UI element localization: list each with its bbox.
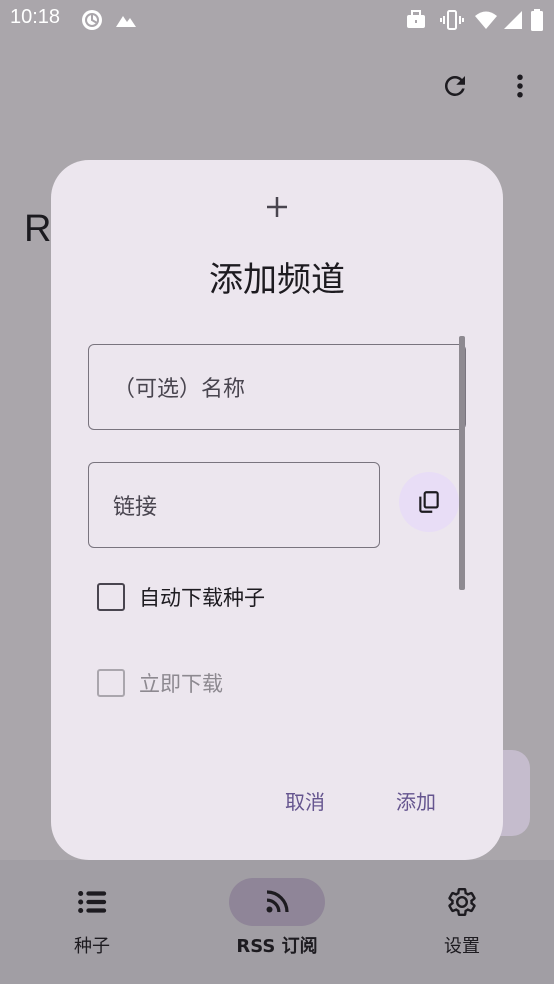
auto-download-label: 自动下载种子 [139, 586, 265, 610]
paste-button[interactable] [399, 472, 459, 532]
nav-pill-active [229, 878, 325, 926]
refresh-button[interactable] [435, 66, 475, 106]
status-bar: 10:18 [0, 0, 554, 40]
bottom-nav: 种子 RSS 订阅 设置 [0, 860, 554, 984]
download-now-checkbox[interactable]: 立即下载 [97, 668, 223, 698]
wifi-icon [474, 8, 498, 36]
nav-label: RSS 订阅 [236, 936, 318, 957]
scrollbar[interactable] [459, 336, 465, 590]
nav-pill [44, 878, 140, 926]
cell-signal-icon [502, 8, 524, 36]
feed-name-input[interactable]: （可选）名称 [88, 344, 466, 430]
app-notification-icon [80, 8, 104, 36]
nav-pill [414, 878, 510, 926]
list-icon [78, 890, 107, 914]
add-button[interactable]: 添加 [396, 786, 436, 815]
work-profile-icon [404, 8, 428, 36]
feed-link-input[interactable]: 链接 [88, 462, 380, 548]
page-heading-partial: R [24, 208, 52, 250]
content-copy-icon [419, 491, 439, 513]
vibrate-icon [440, 8, 464, 36]
auto-download-checkbox[interactable]: 自动下载种子 [97, 582, 265, 612]
nav-item-settings[interactable]: 设置 [392, 878, 532, 958]
add-icon [267, 197, 287, 217]
battery-icon [530, 8, 544, 36]
more-options-button[interactable] [500, 66, 540, 106]
download-now-label: 立即下载 [139, 672, 223, 696]
nav-label: 种子 [74, 936, 110, 957]
feed-name-placeholder: （可选）名称 [113, 377, 246, 402]
cancel-button[interactable]: 取消 [285, 786, 325, 815]
nav-item-torrents[interactable]: 种子 [22, 878, 162, 958]
rss-feed-icon [266, 890, 289, 913]
checkbox-box-disabled [97, 669, 125, 697]
add-feed-dialog: 添加频道 （可选）名称 链接 自动下载种子 立即下载 取消 添加 [51, 160, 503, 860]
feed-link-placeholder: 链接 [113, 495, 158, 520]
checkbox-box [97, 583, 125, 611]
dialog-title: 添加频道 [209, 260, 345, 300]
nav-item-rss[interactable]: RSS 订阅 [207, 878, 347, 958]
nav-label: 设置 [444, 936, 480, 957]
status-time: 10:18 [10, 6, 61, 28]
settings-gear-icon [448, 888, 476, 916]
refresh-icon [444, 75, 465, 96]
more-vert-icon [517, 74, 523, 98]
signal-alert-icon [114, 8, 138, 36]
